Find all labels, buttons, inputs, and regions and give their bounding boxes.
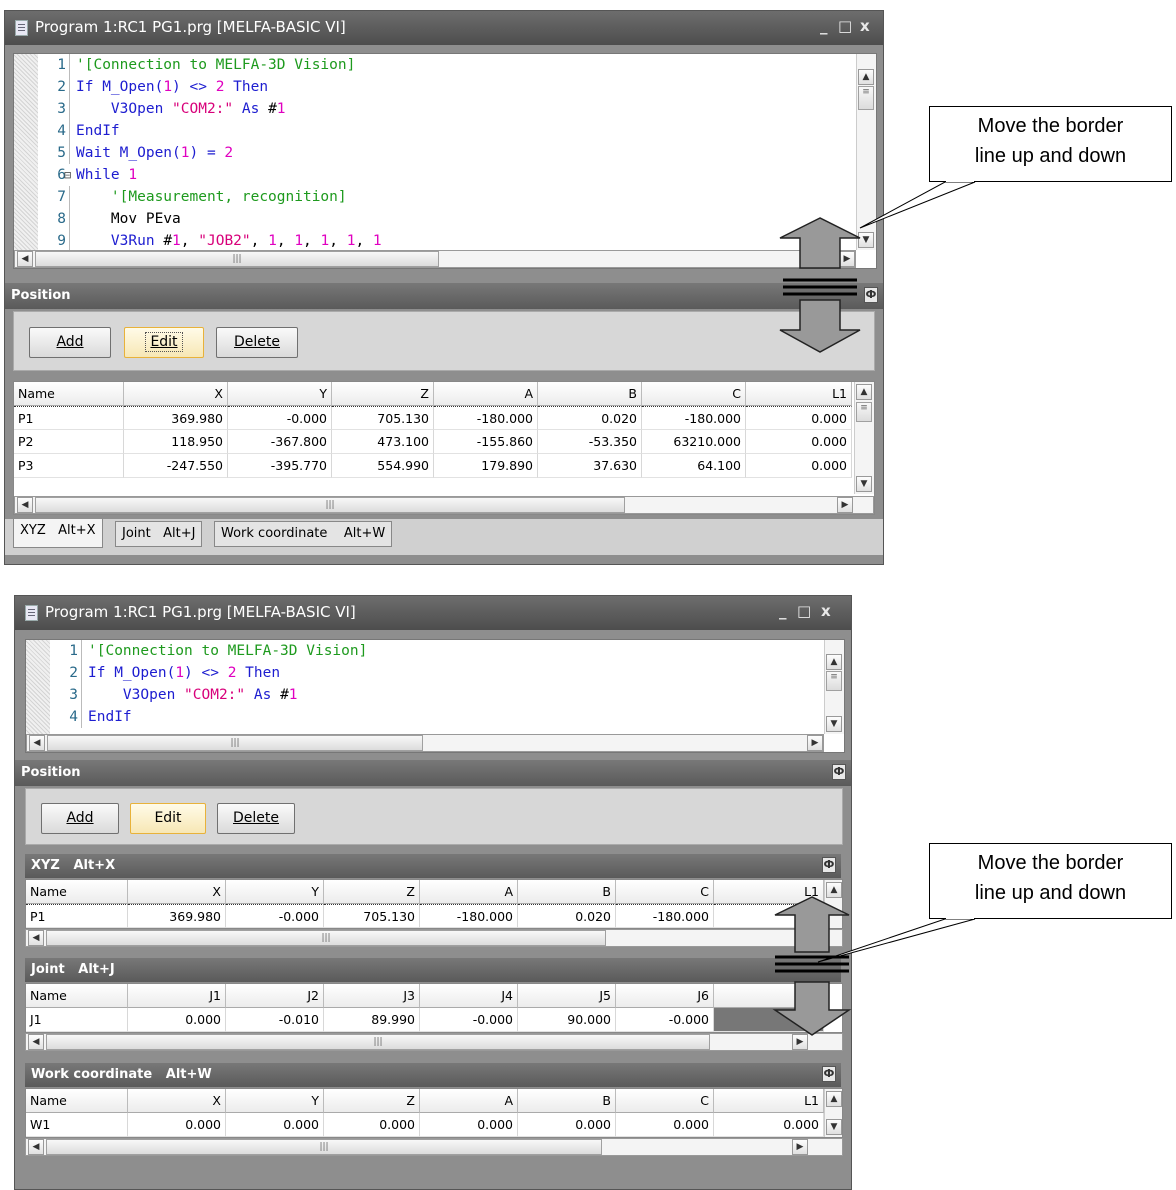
callout-pointer-top	[859, 180, 976, 229]
resize-up-arrow-icon-2	[774, 896, 850, 953]
arrow-overlay	[772, 180, 976, 1036]
resize-down-arrow-icon	[779, 299, 861, 353]
border-line-icon-2	[775, 955, 849, 973]
callout-pointer-bottom	[817, 917, 976, 963]
border-line-icon	[783, 278, 857, 296]
resize-down-arrow-icon-2	[772, 981, 852, 1036]
resize-up-arrow-icon	[779, 217, 861, 269]
